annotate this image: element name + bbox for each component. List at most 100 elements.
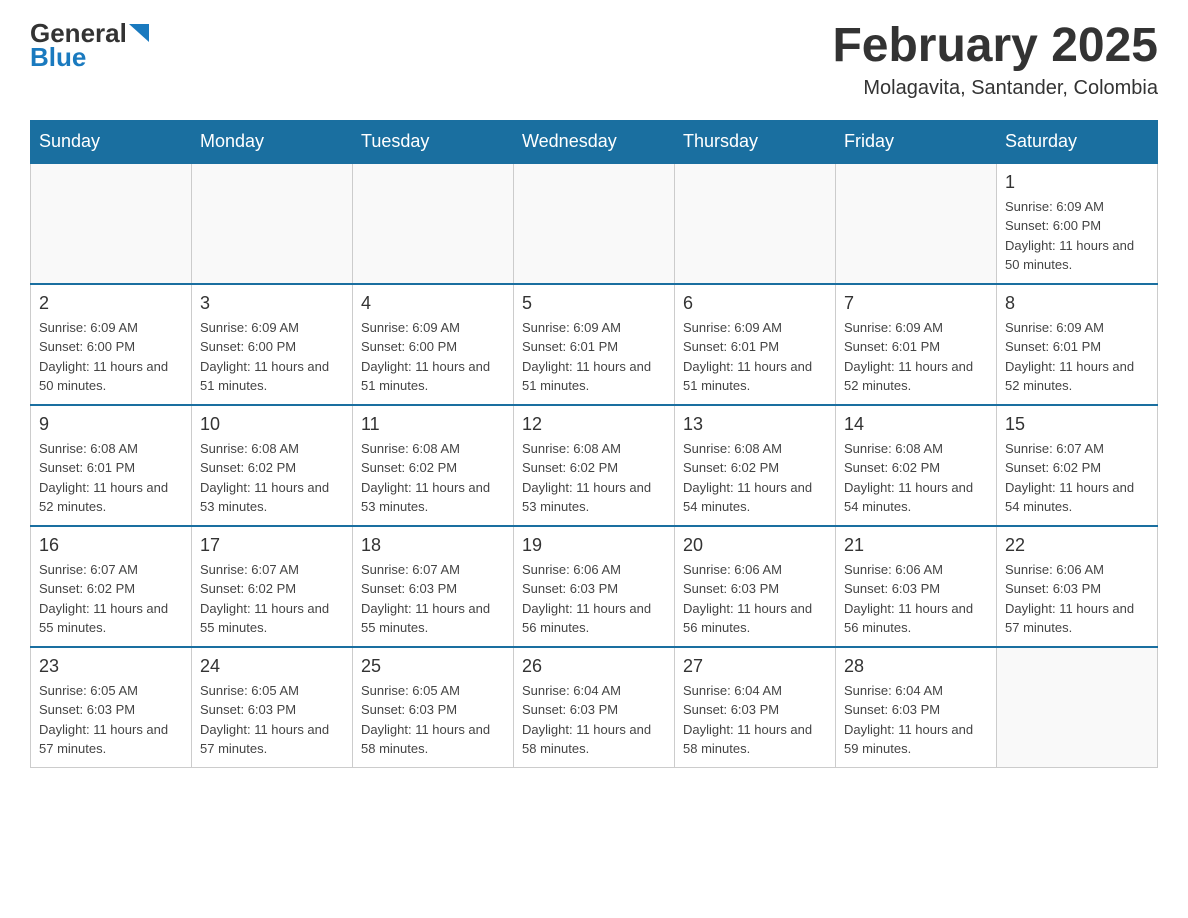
day-info: Sunrise: 6:07 AM Sunset: 6:02 PM Dayligh… (39, 560, 183, 638)
day-number: 3 (200, 293, 344, 314)
day-number: 22 (1005, 535, 1149, 556)
day-number: 17 (200, 535, 344, 556)
calendar-table: SundayMondayTuesdayWednesdayThursdayFrid… (30, 120, 1158, 768)
day-info: Sunrise: 6:05 AM Sunset: 6:03 PM Dayligh… (361, 681, 505, 759)
calendar-cell: 20 Sunrise: 6:06 AM Sunset: 6:03 PM Dayli… (675, 526, 836, 647)
week-row-0: 1 Sunrise: 6:09 AM Sunset: 6:00 PM Daylig… (31, 163, 1158, 284)
calendar-cell (836, 163, 997, 284)
calendar-cell (675, 163, 836, 284)
header-day-thursday: Thursday (675, 120, 836, 163)
header-row: SundayMondayTuesdayWednesdayThursdayFrid… (31, 120, 1158, 163)
day-info: Sunrise: 6:09 AM Sunset: 6:01 PM Dayligh… (522, 318, 666, 396)
day-number: 9 (39, 414, 183, 435)
day-info: Sunrise: 6:06 AM Sunset: 6:03 PM Dayligh… (844, 560, 988, 638)
logo-blue-text: Blue (30, 42, 86, 72)
day-number: 20 (683, 535, 827, 556)
week-row-1: 2 Sunrise: 6:09 AM Sunset: 6:00 PM Daylig… (31, 284, 1158, 405)
day-info: Sunrise: 6:08 AM Sunset: 6:02 PM Dayligh… (522, 439, 666, 517)
logo-triangle-icon (129, 24, 151, 44)
day-number: 23 (39, 656, 183, 677)
day-info: Sunrise: 6:09 AM Sunset: 6:00 PM Dayligh… (1005, 197, 1149, 275)
header-day-tuesday: Tuesday (353, 120, 514, 163)
calendar-cell (31, 163, 192, 284)
day-number: 19 (522, 535, 666, 556)
calendar-cell (514, 163, 675, 284)
day-info: Sunrise: 6:09 AM Sunset: 6:01 PM Dayligh… (1005, 318, 1149, 396)
day-number: 13 (683, 414, 827, 435)
calendar-cell: 26 Sunrise: 6:04 AM Sunset: 6:03 PM Dayli… (514, 647, 675, 768)
calendar-cell: 9 Sunrise: 6:08 AM Sunset: 6:01 PM Daylig… (31, 405, 192, 526)
header-day-wednesday: Wednesday (514, 120, 675, 163)
day-info: Sunrise: 6:08 AM Sunset: 6:02 PM Dayligh… (683, 439, 827, 517)
calendar-cell: 6Sunrise: 6:09 AM Sunset: 6:01 PM Daylig… (675, 284, 836, 405)
day-number: 21 (844, 535, 988, 556)
day-info: Sunrise: 6:08 AM Sunset: 6:02 PM Dayligh… (361, 439, 505, 517)
calendar-cell (353, 163, 514, 284)
calendar-cell: 16Sunrise: 6:07 AM Sunset: 6:02 PM Dayli… (31, 526, 192, 647)
day-info: Sunrise: 6:08 AM Sunset: 6:01 PM Dayligh… (39, 439, 183, 517)
day-number: 24 (200, 656, 344, 677)
day-number: 4 (361, 293, 505, 314)
calendar-cell: 23 Sunrise: 6:05 AM Sunset: 6:03 PM Dayli… (31, 647, 192, 768)
day-number: 5 (522, 293, 666, 314)
calendar-cell: 5 Sunrise: 6:09 AM Sunset: 6:01 PM Daylig… (514, 284, 675, 405)
day-info: Sunrise: 6:09 AM Sunset: 6:01 PM Dayligh… (683, 318, 827, 396)
day-info: Sunrise: 6:06 AM Sunset: 6:03 PM Dayligh… (1005, 560, 1149, 638)
calendar-cell: 7 Sunrise: 6:09 AM Sunset: 6:01 PM Daylig… (836, 284, 997, 405)
day-number: 1 (1005, 172, 1149, 193)
header-day-friday: Friday (836, 120, 997, 163)
day-info: Sunrise: 6:04 AM Sunset: 6:03 PM Dayligh… (844, 681, 988, 759)
day-info: Sunrise: 6:05 AM Sunset: 6:03 PM Dayligh… (200, 681, 344, 759)
calendar-cell: 22 Sunrise: 6:06 AM Sunset: 6:03 PM Dayli… (997, 526, 1158, 647)
calendar-cell: 2 Sunrise: 6:09 AM Sunset: 6:00 PM Daylig… (31, 284, 192, 405)
day-number: 28 (844, 656, 988, 677)
day-number: 10 (200, 414, 344, 435)
week-row-4: 23 Sunrise: 6:05 AM Sunset: 6:03 PM Dayli… (31, 647, 1158, 768)
day-number: 12 (522, 414, 666, 435)
calendar-cell: 18 Sunrise: 6:07 AM Sunset: 6:03 PM Dayli… (353, 526, 514, 647)
day-number: 7 (844, 293, 988, 314)
day-number: 25 (361, 656, 505, 677)
day-info: Sunrise: 6:08 AM Sunset: 6:02 PM Dayligh… (200, 439, 344, 517)
day-info: Sunrise: 6:06 AM Sunset: 6:03 PM Dayligh… (683, 560, 827, 638)
calendar-cell: 28 Sunrise: 6:04 AM Sunset: 6:03 PM Dayli… (836, 647, 997, 768)
calendar-cell: 14 Sunrise: 6:08 AM Sunset: 6:02 PM Dayli… (836, 405, 997, 526)
day-info: Sunrise: 6:05 AM Sunset: 6:03 PM Dayligh… (39, 681, 183, 759)
calendar-cell: 24 Sunrise: 6:05 AM Sunset: 6:03 PM Dayli… (192, 647, 353, 768)
week-row-3: 16Sunrise: 6:07 AM Sunset: 6:02 PM Dayli… (31, 526, 1158, 647)
day-info: Sunrise: 6:09 AM Sunset: 6:00 PM Dayligh… (361, 318, 505, 396)
page-header: General Blue February 2025 Molagavita, S… (30, 20, 1158, 100)
calendar-cell: 13 Sunrise: 6:08 AM Sunset: 6:02 PM Dayli… (675, 405, 836, 526)
day-info: Sunrise: 6:09 AM Sunset: 6:00 PM Dayligh… (39, 318, 183, 396)
calendar-cell (192, 163, 353, 284)
calendar-cell: 12 Sunrise: 6:08 AM Sunset: 6:02 PM Dayli… (514, 405, 675, 526)
calendar-cell: 3 Sunrise: 6:09 AM Sunset: 6:00 PM Daylig… (192, 284, 353, 405)
day-info: Sunrise: 6:09 AM Sunset: 6:01 PM Dayligh… (844, 318, 988, 396)
day-info: Sunrise: 6:08 AM Sunset: 6:02 PM Dayligh… (844, 439, 988, 517)
day-number: 2 (39, 293, 183, 314)
calendar-cell: 1 Sunrise: 6:09 AM Sunset: 6:00 PM Daylig… (997, 163, 1158, 284)
title-section: February 2025 Molagavita, Santander, Col… (832, 20, 1158, 100)
calendar-cell: 10 Sunrise: 6:08 AM Sunset: 6:02 PM Dayli… (192, 405, 353, 526)
header-day-monday: Monday (192, 120, 353, 163)
calendar-cell: 8 Sunrise: 6:09 AM Sunset: 6:01 PM Daylig… (997, 284, 1158, 405)
day-number: 14 (844, 414, 988, 435)
day-number: 15 (1005, 414, 1149, 435)
day-number: 11 (361, 414, 505, 435)
day-info: Sunrise: 6:07 AM Sunset: 6:03 PM Dayligh… (361, 560, 505, 638)
day-number: 26 (522, 656, 666, 677)
day-info: Sunrise: 6:09 AM Sunset: 6:00 PM Dayligh… (200, 318, 344, 396)
calendar-title: February 2025 (832, 20, 1158, 73)
calendar-subtitle: Molagavita, Santander, Colombia (832, 77, 1158, 100)
header-day-sunday: Sunday (31, 120, 192, 163)
day-info: Sunrise: 6:06 AM Sunset: 6:03 PM Dayligh… (522, 560, 666, 638)
calendar-cell: 27Sunrise: 6:04 AM Sunset: 6:03 PM Dayli… (675, 647, 836, 768)
day-number: 18 (361, 535, 505, 556)
day-number: 8 (1005, 293, 1149, 314)
day-info: Sunrise: 6:04 AM Sunset: 6:03 PM Dayligh… (522, 681, 666, 759)
header-day-saturday: Saturday (997, 120, 1158, 163)
calendar-cell: 15Sunrise: 6:07 AM Sunset: 6:02 PM Dayli… (997, 405, 1158, 526)
day-info: Sunrise: 6:07 AM Sunset: 6:02 PM Dayligh… (200, 560, 344, 638)
logo: General Blue (30, 20, 151, 71)
calendar-cell: 19 Sunrise: 6:06 AM Sunset: 6:03 PM Dayli… (514, 526, 675, 647)
